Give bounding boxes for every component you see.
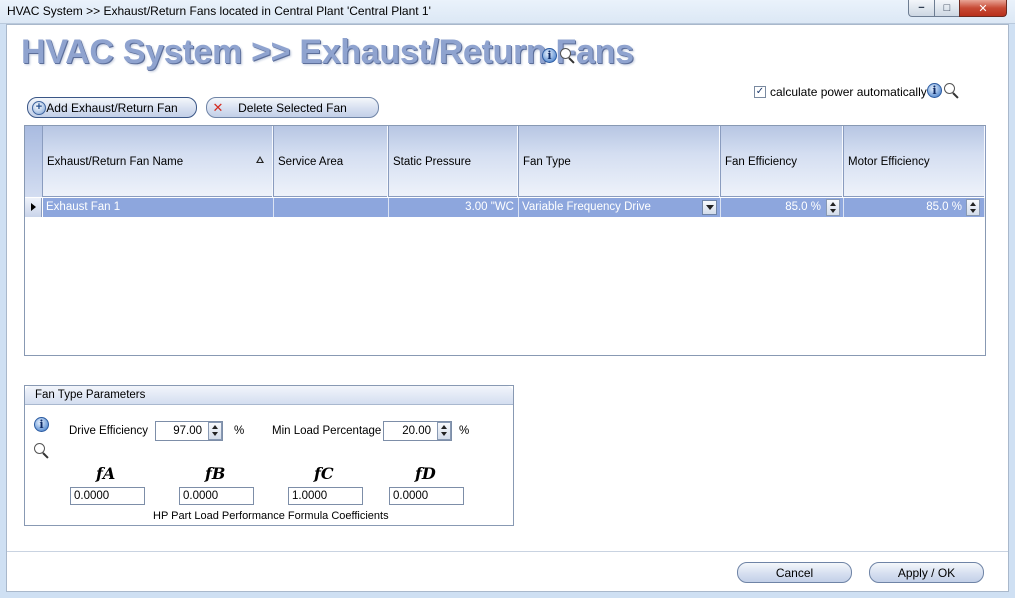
sort-ascending-icon: [256, 156, 264, 163]
close-button[interactable]: ✕: [959, 0, 1007, 17]
row-selector-arrow-icon[interactable]: [25, 198, 42, 217]
add-fan-button[interactable]: + Add Exhaust/Return Fan: [27, 97, 197, 118]
drive-efficiency-unit: %: [234, 425, 245, 437]
coefficient-a-label: fA: [96, 464, 116, 483]
maximize-icon: □: [943, 2, 951, 14]
column-header-fan-efficiency[interactable]: Fan Efficiency: [721, 126, 843, 197]
delete-fan-button[interactable]: ✕ Delete Selected Fan: [206, 97, 379, 118]
calculate-power-option[interactable]: ✓ calculate power automatically: [754, 85, 927, 99]
coefficient-d-label: fD: [415, 464, 436, 483]
magnifier-icon[interactable]: [33, 442, 51, 458]
column-header-fan-name[interactable]: Exhaust/Return Fan Name: [43, 126, 273, 197]
cancel-button[interactable]: Cancel: [737, 562, 852, 583]
row-selector-header: [25, 126, 42, 197]
motor-efficiency-spinner-icon[interactable]: [966, 199, 980, 216]
drive-efficiency-input[interactable]: 97.00: [155, 421, 223, 441]
header-help-icons: i: [542, 47, 577, 63]
min-load-unit: %: [459, 425, 470, 437]
add-fan-label: Add Exhaust/Return Fan: [46, 100, 178, 115]
cell-motor-efficiency[interactable]: 85.0 %: [844, 198, 985, 217]
fan-efficiency-spinner-icon[interactable]: [826, 199, 840, 216]
cell-service-area[interactable]: [274, 198, 389, 217]
info-icon[interactable]: i: [927, 82, 942, 98]
coefficient-b-input[interactable]: 0.0000: [179, 487, 254, 505]
dialog-body: HVAC System >> Exhaust/Return Fans i ✓ c…: [6, 24, 1009, 592]
calculate-power-checkbox[interactable]: ✓: [754, 86, 766, 98]
drive-efficiency-spinner-icon[interactable]: [208, 422, 222, 440]
calculate-power-label: calculate power automatically: [770, 85, 927, 99]
min-load-percentage-label: Min Load Percentage: [272, 425, 382, 437]
min-load-spinner-icon[interactable]: [437, 422, 451, 440]
cell-fan-type[interactable]: Variable Frequency Drive: [519, 198, 721, 217]
apply-ok-label: Apply / OK: [897, 565, 956, 580]
minimize-icon: −: [918, 2, 925, 14]
info-icon[interactable]: i: [34, 417, 49, 432]
apply-ok-button[interactable]: Apply / OK: [869, 562, 984, 583]
drive-efficiency-label: Drive Efficiency: [69, 425, 149, 437]
min-load-percentage-input[interactable]: 20.00: [383, 421, 452, 441]
delete-x-icon: ✕: [212, 100, 224, 115]
magnifier-icon[interactable]: [943, 82, 961, 98]
column-header-static-pressure[interactable]: Static Pressure: [389, 126, 518, 197]
magnifier-icon[interactable]: [559, 47, 577, 63]
info-icon[interactable]: i: [542, 47, 557, 63]
column-header-motor-efficiency[interactable]: Motor Efficiency: [844, 126, 985, 197]
footer-divider: [7, 551, 1008, 552]
coefficient-c-label: fC: [314, 464, 334, 483]
minimize-button[interactable]: −: [908, 0, 935, 17]
coefficient-b-label: fB: [205, 464, 226, 483]
window-title-bar: HVAC System >> Exhaust/Return Fans locat…: [0, 0, 1015, 24]
coefficient-c-input[interactable]: 1.0000: [288, 487, 363, 505]
fans-grid: Exhaust/Return Fan Name Service Area Sta…: [24, 125, 986, 356]
column-header-fan-type[interactable]: Fan Type: [519, 126, 720, 197]
cell-fan-name[interactable]: Exhaust Fan 1: [43, 198, 274, 217]
coefficients-caption: HP Part Load Performance Formula Coeffic…: [153, 510, 389, 522]
fan-type-dropdown-arrow-icon[interactable]: [702, 200, 717, 215]
grid-header: Exhaust/Return Fan Name Service Area Sta…: [25, 126, 985, 197]
column-header-service-area[interactable]: Service Area: [274, 126, 388, 197]
window-title: HVAC System >> Exhaust/Return Fans locat…: [7, 4, 431, 18]
delete-fan-label: Delete Selected Fan: [238, 100, 347, 115]
panel-title: Fan Type Parameters: [25, 386, 513, 405]
coefficient-a-input[interactable]: 0.0000: [70, 487, 145, 505]
maximize-button[interactable]: □: [934, 0, 960, 17]
add-icon: +: [32, 101, 46, 115]
table-row[interactable]: Exhaust Fan 1 3.00 "WC Variable Frequenc…: [25, 198, 985, 217]
close-icon: ✕: [978, 2, 988, 15]
option-help-icons: i: [927, 82, 961, 98]
cancel-label: Cancel: [775, 565, 814, 580]
coefficient-d-input[interactable]: 0.0000: [389, 487, 464, 505]
fan-type-parameters-panel: Fan Type Parameters i Drive Efficiency 9…: [24, 385, 514, 526]
cell-static-pressure[interactable]: 3.00 "WC: [389, 198, 519, 217]
